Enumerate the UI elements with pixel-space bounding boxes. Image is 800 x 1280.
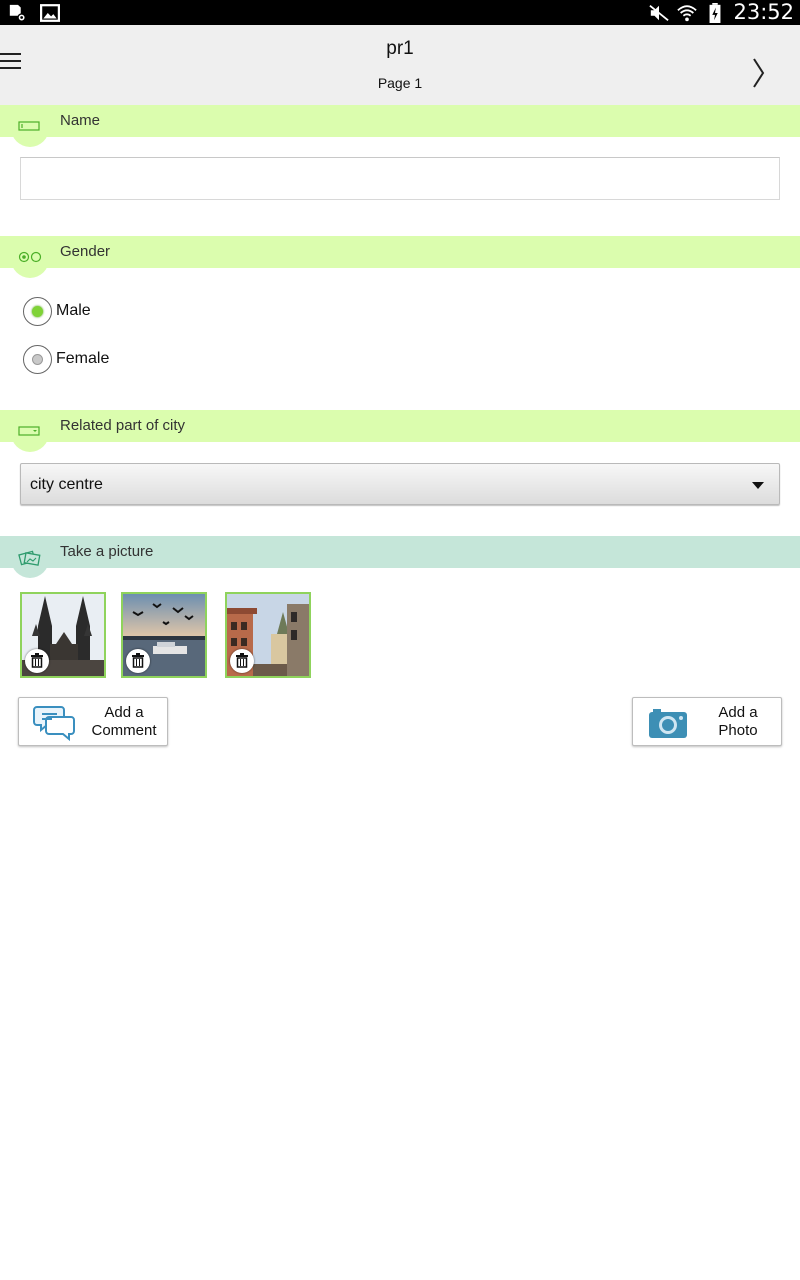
select-value: city centre xyxy=(30,476,103,493)
trash-icon[interactable] xyxy=(126,649,150,673)
add-comment-label: Add a Comment xyxy=(81,704,167,740)
radio-male[interactable]: Male xyxy=(23,296,91,326)
name-input[interactable] xyxy=(20,157,780,200)
radio-button-unselected[interactable] xyxy=(23,344,52,374)
battery-charging-icon xyxy=(710,2,721,23)
page-subtitle: Page 1 xyxy=(377,75,423,91)
section-header-city: Related part of city xyxy=(0,410,800,452)
status-bar: 23:52 xyxy=(0,0,800,25)
add-photo-line1: Add a xyxy=(718,704,758,721)
radio-label-male: Male xyxy=(56,302,91,319)
trash-icon[interactable] xyxy=(230,649,254,673)
photo-thumbnail-3[interactable] xyxy=(225,592,311,678)
add-photo-label: Add a Photo xyxy=(695,704,781,740)
photos-icon xyxy=(11,540,49,578)
wifi-icon xyxy=(677,4,698,21)
city-part-select[interactable]: city centre xyxy=(20,463,780,505)
page-title: pr1 xyxy=(386,38,414,59)
add-comment-button[interactable]: Add a Comment xyxy=(18,697,168,746)
section-header-picture: Take a picture xyxy=(0,536,800,578)
add-comment-line1: Add a xyxy=(104,704,144,721)
sd-card-settings-icon xyxy=(9,4,26,22)
dropdown-field-icon xyxy=(11,414,49,452)
image-icon xyxy=(40,4,60,22)
section-label-name: Name xyxy=(60,112,101,129)
radio-group-icon xyxy=(11,240,49,278)
camera-icon xyxy=(649,709,687,738)
text-field-icon xyxy=(11,109,49,147)
photo-thumbnail-1[interactable] xyxy=(20,592,106,678)
section-label-picture: Take a picture xyxy=(60,543,154,560)
trash-icon[interactable] xyxy=(25,649,49,673)
section-header-gender: Gender xyxy=(0,236,800,278)
add-photo-button[interactable]: Add a Photo xyxy=(632,697,782,746)
section-header-name: Name xyxy=(0,105,800,147)
app-bar: pr1 Page 1 xyxy=(0,25,800,105)
radio-label-female: Female xyxy=(56,350,110,367)
comment-bubbles-icon xyxy=(33,706,75,742)
section-label-city: Related part of city xyxy=(60,417,186,434)
chevron-right-icon[interactable] xyxy=(748,55,770,91)
section-label-gender: Gender xyxy=(60,243,111,260)
radio-female[interactable]: Female xyxy=(23,344,109,374)
status-time: 23:52 xyxy=(733,0,794,24)
add-photo-line2: Photo xyxy=(718,722,758,739)
radio-button-selected[interactable] xyxy=(23,296,52,326)
add-comment-line2: Comment xyxy=(91,722,157,739)
photo-thumbnail-2[interactable] xyxy=(121,592,207,678)
chevron-down-icon xyxy=(752,482,764,489)
mute-icon xyxy=(649,4,670,21)
